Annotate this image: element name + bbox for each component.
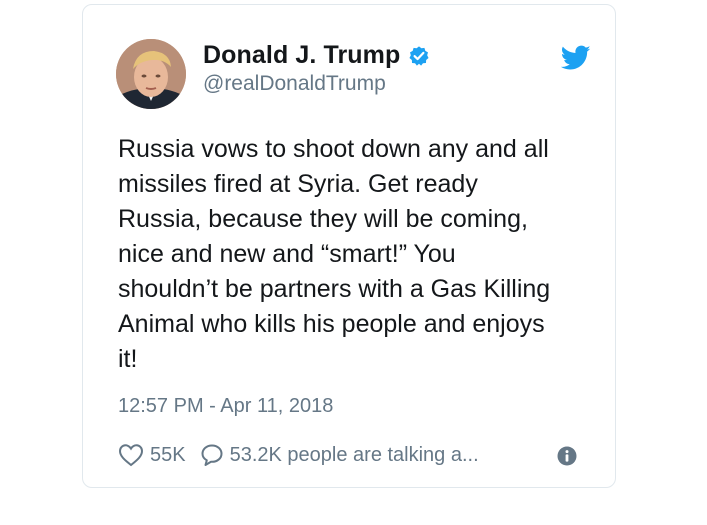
reply-button[interactable]: 53.2K people are talking a... <box>200 443 479 467</box>
tweet-timestamp[interactable]: 12:57 PM - Apr 11, 2018 <box>118 395 333 418</box>
tweet-text: Russia vows to shoot down any and all mi… <box>118 135 551 373</box>
info-icon[interactable] <box>557 446 577 466</box>
author-name-row[interactable]: Donald J. Trump <box>203 41 430 70</box>
tweet-card[interactable]: Donald J. Trump @realDonaldTrump Russia … <box>82 4 616 488</box>
heart-icon <box>118 444 144 467</box>
author-handle[interactable]: @realDonaldTrump <box>203 72 386 96</box>
twitter-bird-icon[interactable] <box>561 45 591 71</box>
avatar[interactable] <box>116 39 186 109</box>
speech-bubble-icon <box>201 444 223 466</box>
like-count: 55K <box>150 443 186 466</box>
talking-count: 53.2K people are talking a... <box>229 443 479 466</box>
author-name[interactable]: Donald J. Trump <box>203 41 400 70</box>
verified-badge-icon <box>409 45 429 66</box>
avatar-image <box>116 39 186 109</box>
tweet-actions: 55K 53.2K people are talking a... <box>118 443 578 467</box>
like-button[interactable]: 55K <box>118 443 186 467</box>
